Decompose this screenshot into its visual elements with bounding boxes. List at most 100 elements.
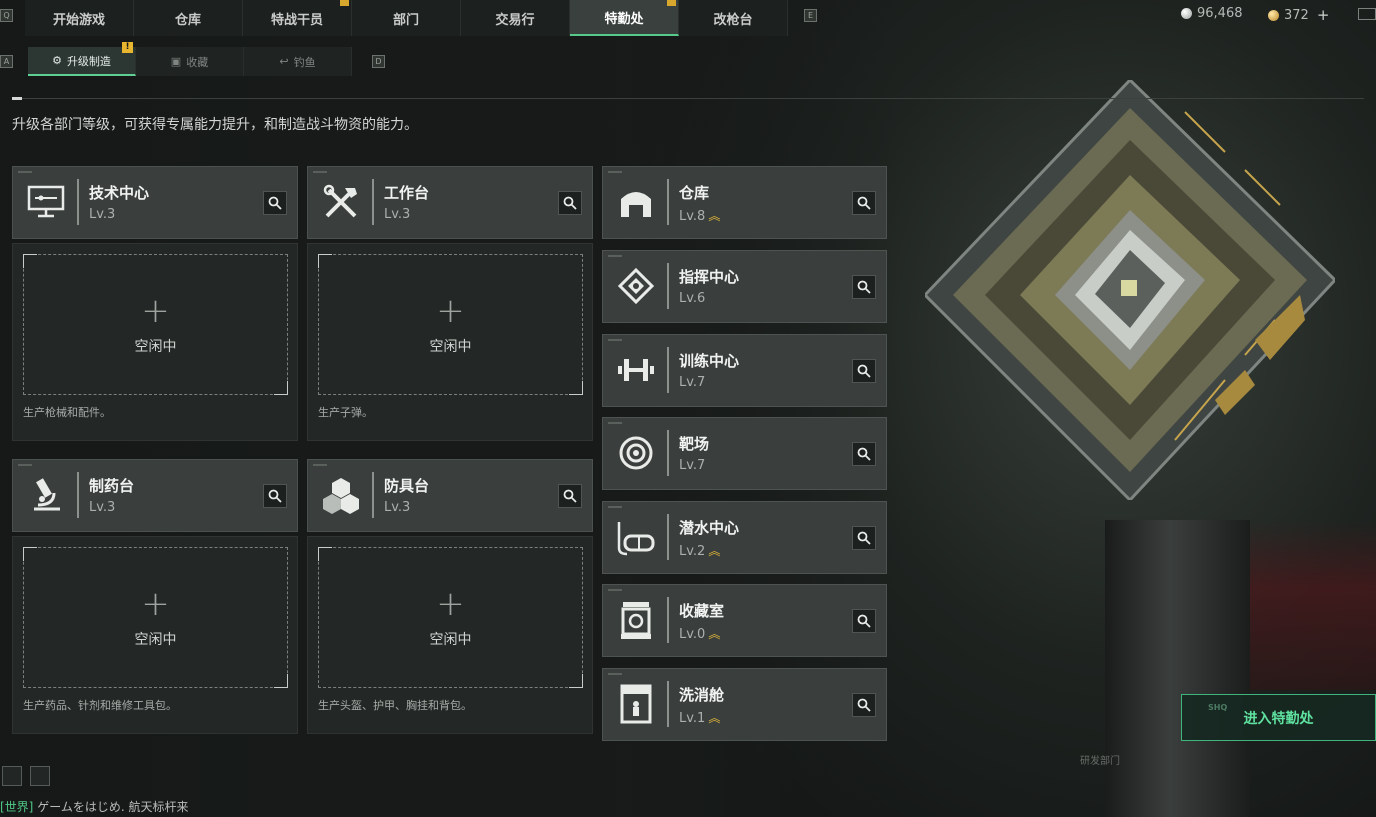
inspect-button[interactable] [263, 191, 287, 215]
production-slot[interactable]: + 空闲中 [318, 254, 583, 395]
search-icon [857, 447, 871, 461]
upgrade-chevron-icon: ︽ [708, 627, 721, 641]
micro-tag [18, 464, 32, 466]
decon-pod-icon [613, 681, 659, 727]
main-nav: 开始游戏 仓库 特战干员 部门 交易行 特勤处 改枪台 [25, 0, 845, 36]
chat-toggle-icon[interactable] [2, 766, 22, 786]
nav-tab-departments[interactable]: 部门 [352, 0, 461, 36]
search-icon [857, 196, 871, 210]
subtab-label: 收藏 [186, 55, 209, 69]
production-panel: + 空闲中 生产枪械和配件。 [12, 243, 298, 441]
facility-level: Lv.3 [384, 500, 411, 515]
warning-badge: ! [122, 42, 133, 53]
separator [667, 681, 669, 727]
slot-status: 空闲中 [134, 338, 177, 355]
add-currency-button[interactable]: + [1317, 6, 1330, 24]
nav-tab-operators[interactable]: 特战干员 [243, 0, 352, 36]
search-icon [857, 364, 871, 378]
inspect-button[interactable] [852, 526, 876, 550]
dept-card-decon-chamber[interactable]: 洗消舱 Lv.1 ︽ [602, 668, 887, 741]
facility-name: 技术中心 [89, 184, 150, 202]
inspect-button[interactable] [558, 191, 582, 215]
inspect-button[interactable] [852, 442, 876, 466]
sub-nav: ⚙ 升级制造 ! ▣ 收藏 ↩ 钓鱼 [28, 42, 352, 76]
facility-header[interactable]: 技术中心 Lv.3 [12, 166, 298, 239]
nav-tab-warehouse[interactable]: 仓库 [134, 0, 243, 36]
search-icon [857, 698, 871, 712]
inspect-button[interactable] [852, 359, 876, 383]
inspect-button[interactable] [263, 484, 287, 508]
add-icon: + [141, 290, 170, 331]
nav-badge [340, 0, 349, 6]
search-icon [857, 280, 871, 294]
dept-card-collection-room[interactable]: 收藏室 Lv.0 ︽ [602, 584, 887, 657]
slot-corner [569, 674, 583, 688]
subnav-next-key-hint[interactable]: D [372, 55, 385, 68]
dept-name: 收藏室 [679, 602, 725, 620]
slot-status: 空闲中 [429, 631, 472, 648]
dept-card-command-center[interactable]: 指挥中心 Lv.6 [602, 250, 887, 323]
gold-amount: 372 [1284, 7, 1309, 23]
dumbbell-icon [613, 347, 659, 393]
facility-note: 生产头盔、护甲、胸挂和背包。 [318, 699, 472, 712]
cube-pillar [1105, 520, 1250, 817]
silver-currency: 96,468 [1181, 6, 1243, 21]
nav-tab-special-ops[interactable]: 特勤处 [570, 0, 679, 36]
nav-tab-trading[interactable]: 交易行 [461, 0, 570, 36]
expand-icon[interactable] [30, 766, 50, 786]
inspect-button[interactable] [852, 191, 876, 215]
production-panel: + 空闲中 生产头盔、护甲、胸挂和背包。 [307, 536, 593, 734]
add-icon: + [436, 290, 465, 331]
dept-level: Lv.2 ︽ [679, 542, 720, 559]
nav-next-key-hint[interactable]: E [804, 9, 817, 22]
facility-note: 生产子弹。 [318, 406, 373, 419]
fishing-icon: ↩ [279, 55, 289, 68]
facility-header[interactable]: 防具台 Lv.3 [307, 459, 593, 532]
dept-name: 潜水中心 [679, 519, 740, 537]
dept-card-warehouse[interactable]: 仓库 Lv.8 ︽ [602, 166, 887, 239]
facility-header[interactable]: 工作台 Lv.3 [307, 166, 593, 239]
dept-card-shooting-range[interactable]: 靶场 Lv.7 [602, 417, 887, 490]
separator [667, 179, 669, 225]
monitor-icon [23, 179, 69, 225]
dept-card-diving-center[interactable]: 潜水中心 Lv.2 ︽ [602, 501, 887, 574]
dept-name: 靶场 [679, 435, 710, 453]
slot-status: 空闲中 [429, 338, 472, 355]
production-slot[interactable]: + 空闲中 [23, 254, 288, 395]
inspect-button[interactable] [852, 609, 876, 633]
add-icon: + [141, 583, 170, 624]
production-slot[interactable]: + 空闲中 [23, 547, 288, 688]
command-icon [613, 263, 659, 309]
enter-special-ops-button[interactable]: SHQ 进入特勤处 [1181, 694, 1376, 741]
dept-card-training-center[interactable]: 训练中心 Lv.7 [602, 334, 887, 407]
nav-tab-label: 仓库 [174, 12, 201, 28]
separator [667, 430, 669, 476]
search-icon [857, 614, 871, 628]
nav-prev-key-hint[interactable]: Q [0, 9, 13, 22]
facility-header[interactable]: 制药台 Lv.3 [12, 459, 298, 532]
nav-tab-gunsmith[interactable]: 改枪台 [679, 0, 788, 36]
separator [372, 179, 374, 225]
page-description: 升级各部门等级，可获得专属能力提升，和制造战斗物资的能力。 [12, 117, 418, 133]
silver-amount: 96,468 [1197, 6, 1243, 21]
slot-corner [23, 254, 37, 268]
subtab-upgrade-craft[interactable]: ⚙ 升级制造 ! [28, 42, 136, 76]
target-icon [613, 430, 659, 476]
subnav-prev-key-hint[interactable]: A [0, 55, 13, 68]
nav-tab-label: 特战干员 [270, 12, 323, 28]
menu-icon[interactable] [1358, 8, 1376, 20]
inspect-button[interactable] [852, 275, 876, 299]
dept-name: 指挥中心 [679, 268, 740, 286]
chat-line[interactable]: [世界] ゲームをはじめ. 航天标杆来 [0, 798, 188, 815]
upgrade-chevron-icon: ︽ [708, 711, 721, 725]
subtab-collection[interactable]: ▣ 收藏 [136, 47, 244, 76]
separator [372, 472, 374, 518]
department-stamp: 研发部门 [1080, 756, 1120, 767]
subtab-fishing[interactable]: ↩ 钓鱼 [244, 47, 352, 76]
separator [667, 514, 669, 560]
inspect-button[interactable] [558, 484, 582, 508]
nav-tab-start-game[interactable]: 开始游戏 [25, 0, 134, 36]
production-slot[interactable]: + 空闲中 [318, 547, 583, 688]
inspect-button[interactable] [852, 693, 876, 717]
silver-coin-icon [1181, 8, 1192, 19]
